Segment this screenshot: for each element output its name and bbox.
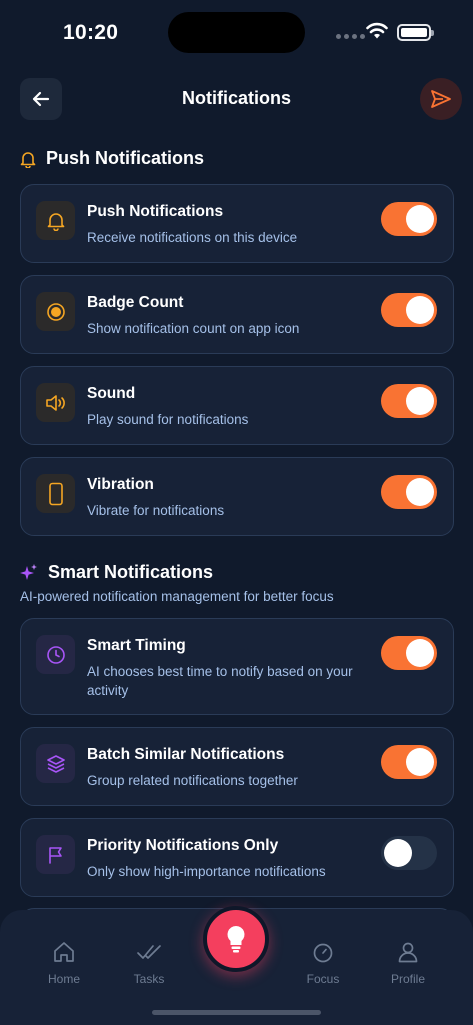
speaker-icon (45, 394, 65, 411)
setting-card-badge-count[interactable]: Badge Count Show notification count on a… (20, 275, 454, 354)
smart-section-subtitle: AI-powered notification management for b… (20, 589, 334, 604)
phone-icon (48, 482, 63, 505)
push-section-title: Push Notifications (46, 148, 205, 168)
dynamic-island (168, 12, 305, 53)
setting-title: Vibration (87, 476, 154, 493)
layers-icon (46, 754, 65, 773)
cellular-signal-icon (336, 34, 365, 39)
double-check-icon (137, 945, 161, 959)
setting-card-vibration[interactable]: Vibration Vibrate for notifications (20, 457, 454, 536)
setting-icon-box (36, 744, 75, 783)
setting-description: AI chooses best time to notify based on … (87, 664, 353, 698)
setting-icon-box (36, 201, 75, 240)
toggle-knob (406, 387, 434, 415)
sparkles-icon (20, 563, 37, 580)
bell-icon (47, 212, 64, 231)
setting-icon-box (36, 474, 75, 513)
toggle-knob (406, 748, 434, 776)
tab-tasks[interactable]: Tasks (114, 938, 184, 986)
setting-card-push-notifications[interactable]: Push Notifications Receive notifications… (20, 184, 454, 263)
tab-home[interactable]: Home (29, 938, 99, 986)
setting-description: Vibrate for notifications (87, 503, 225, 518)
tab-label-profile: Profile (390, 972, 425, 986)
toggle-knob (384, 839, 412, 867)
status-bar: 10:20 (0, 0, 473, 64)
smart-timing-toggle[interactable] (381, 636, 437, 670)
ideas-fab-button[interactable] (203, 906, 269, 972)
home-icon (54, 942, 74, 962)
tab-label-tasks: Tasks (133, 972, 165, 986)
battery-icon (397, 24, 434, 41)
timer-icon (313, 943, 333, 963)
setting-description: Only show high-importance notifications (87, 864, 326, 879)
setting-description: Receive notifications on this device (87, 230, 298, 245)
tab-label-home: Home (47, 972, 80, 986)
header: Notifications (0, 76, 473, 120)
push-notifications-toggle[interactable] (381, 202, 437, 236)
toggle-knob (406, 478, 434, 506)
setting-title: Priority Notifications Only (87, 837, 279, 854)
setting-description: Show notification count on app icon (87, 321, 300, 336)
bell-icon (20, 151, 36, 168)
wifi-icon (366, 22, 388, 39)
smart-section-title: Smart Notifications (48, 562, 214, 582)
setting-icon-box (36, 383, 75, 422)
toggle-knob (406, 296, 434, 324)
setting-card-smart-timing[interactable]: Smart Timing AI chooses best time to not… (20, 618, 454, 715)
tab-focus[interactable]: Focus (288, 938, 358, 986)
send-button[interactable] (420, 78, 462, 120)
setting-title: Push Notifications (87, 203, 224, 220)
setting-title: Batch Similar Notifications (87, 746, 285, 763)
sound-toggle[interactable] (381, 384, 437, 418)
setting-title: Badge Count (87, 294, 184, 311)
priority-only-toggle[interactable] (381, 836, 437, 870)
setting-icon-box (36, 835, 75, 874)
setting-card-sound[interactable]: Sound Play sound for notifications (20, 366, 454, 445)
badge-count-toggle[interactable] (381, 293, 437, 327)
setting-card-priority-only[interactable]: Priority Notifications Only Only show hi… (20, 818, 454, 897)
toggle-knob (406, 639, 434, 667)
clock-icon (46, 645, 65, 664)
home-indicator (152, 1010, 321, 1015)
setting-description: Group related notifications together (87, 773, 298, 788)
smart-section-header: Smart Notifications (20, 562, 213, 583)
setting-title: Smart Timing (87, 637, 186, 654)
setting-card-batch-similar[interactable]: Batch Similar Notifications Group relate… (20, 727, 454, 806)
toggle-knob (406, 205, 434, 233)
batch-similar-toggle[interactable] (381, 745, 437, 779)
push-section-header: Push Notifications (20, 148, 204, 169)
status-time: 10:20 (63, 21, 119, 44)
flag-icon (48, 846, 62, 864)
lightbulb-icon (227, 925, 245, 953)
vibration-toggle[interactable] (381, 475, 437, 509)
setting-title: Sound (87, 385, 136, 402)
badge-dot-icon (46, 302, 65, 321)
setting-icon-box (36, 292, 75, 331)
tab-label-focus: Focus (306, 972, 340, 986)
user-icon (398, 942, 418, 963)
tab-profile[interactable]: Profile (373, 938, 443, 986)
page-title: Notifications (181, 88, 291, 108)
setting-description: Play sound for notifications (87, 412, 249, 427)
setting-icon-box (36, 635, 75, 674)
send-icon (431, 90, 451, 108)
